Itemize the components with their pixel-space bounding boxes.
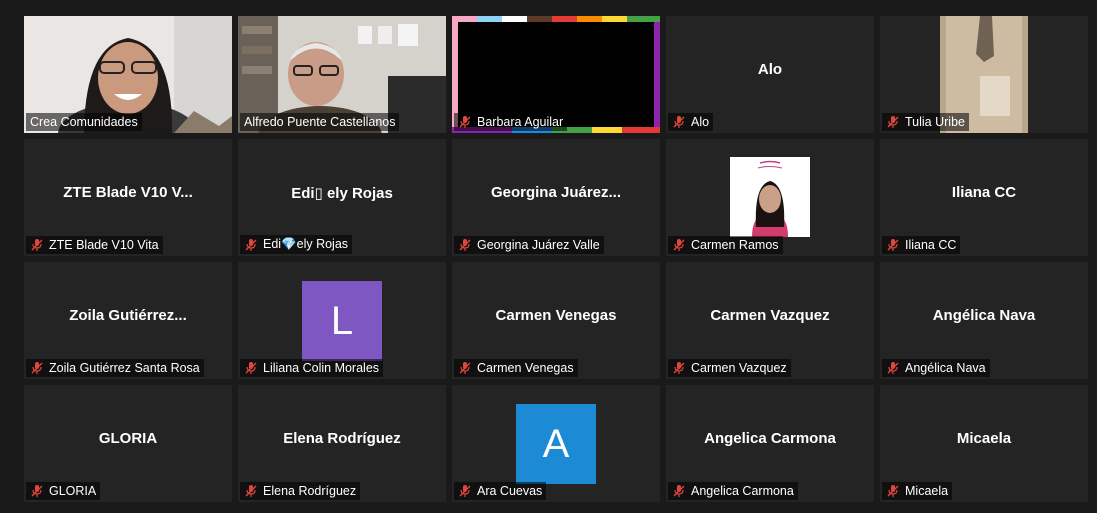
participant-display-name: Alo — [757, 61, 783, 78]
participant-tile-zte-blade[interactable]: ZTE Blade V10 V... ZTE Blade V10 Vita — [24, 139, 232, 256]
participant-tile-alo[interactable]: Alo Alo — [666, 16, 874, 133]
participant-tile-liliana-colin-morales[interactable]: L Liliana Colin Morales — [238, 262, 446, 379]
participant-name-label: Alfredo Puente Castellanos — [240, 113, 400, 131]
participant-name-label: Zoila Gutiérrez Santa Rosa — [26, 359, 204, 377]
muted-mic-icon — [31, 239, 43, 251]
participant-tile-barbara-aguilar[interactable]: Barbara Aguilar — [452, 16, 660, 133]
muted-mic-icon — [673, 239, 685, 251]
participant-tile-zoila-gutierrez[interactable]: Zoila Gutiérrez... Zoila Gutiérrez Santa… — [24, 262, 232, 379]
participant-tile-georgina-juarez-valle[interactable]: Georgina Juárez... Georgina Juárez Valle — [452, 139, 660, 256]
participant-display-name: Zoila Gutiérrez... — [69, 307, 187, 324]
participant-name-label: Georgina Juárez Valle — [454, 236, 604, 254]
muted-mic-icon — [459, 485, 471, 497]
participant-name-label: ZTE Blade V10 Vita — [26, 236, 163, 254]
participant-tile-ara-cuevas[interactable]: A Ara Cuevas — [452, 385, 660, 502]
participant-name-label: Carmen Vazquez — [668, 359, 791, 377]
gallery-view: Crea Comunidades Alfredo Puente Castella… — [24, 16, 1088, 502]
participant-display-name: Angelica Carmona — [704, 430, 836, 447]
participant-name-label: GLORIA — [26, 482, 101, 500]
participant-name-label: Barbara Aguilar — [454, 113, 568, 131]
participant-name-label: Micaela — [882, 482, 953, 500]
participant-tile-carmen-ramos[interactable]: Carmen Ramos — [666, 139, 874, 256]
muted-mic-icon — [459, 116, 471, 128]
muted-mic-icon — [887, 362, 899, 374]
participant-name-label: Ara Cuevas — [454, 482, 547, 500]
participant-name-label: Iliana CC — [882, 236, 961, 254]
participant-display-name: Iliana CC — [951, 184, 1017, 201]
participant-display-name: Micaela — [956, 430, 1012, 447]
muted-mic-icon — [245, 362, 257, 374]
participant-display-name: GLORIA — [98, 430, 158, 447]
participant-name-label: Liliana Colin Morales — [240, 359, 384, 377]
participant-display-name: ZTE Blade V10 V... — [63, 184, 193, 201]
participant-tile-alfredo-puente-castellanos[interactable]: Alfredo Puente Castellanos — [238, 16, 446, 133]
muted-mic-icon — [31, 362, 43, 374]
participant-name-label: Carmen Venegas — [454, 359, 578, 377]
participant-tile-tulia-uribe[interactable]: Tulia Uribe — [880, 16, 1088, 133]
participant-tile-angelica-carmona[interactable]: Angelica Carmona Angelica Carmona — [666, 385, 874, 502]
participant-name-label: Crea Comunidades — [26, 113, 142, 131]
participant-tile-crea-comunidades[interactable]: Crea Comunidades — [24, 16, 232, 133]
participant-name-label: Carmen Ramos — [668, 236, 783, 254]
muted-mic-icon — [887, 116, 899, 128]
muted-mic-icon — [887, 239, 899, 251]
participant-tile-angelica-nava[interactable]: Angélica Nava Angélica Nava — [880, 262, 1088, 379]
participant-name-label: Angelica Carmona — [668, 482, 798, 500]
avatar: L — [302, 281, 382, 361]
participant-name-label: Edi💎ely Rojas — [240, 235, 353, 254]
muted-mic-icon — [459, 362, 471, 374]
participant-tile-ediely-rojas[interactable]: Edi▯ ely Rojas Edi💎ely Rojas — [238, 139, 446, 256]
muted-mic-icon — [673, 116, 685, 128]
participant-display-name: Elena Rodríguez — [283, 430, 401, 447]
participant-tile-carmen-venegas[interactable]: Carmen Venegas Carmen Venegas — [452, 262, 660, 379]
participant-tile-elena-rodriguez[interactable]: Elena Rodríguez Elena Rodríguez — [238, 385, 446, 502]
participant-display-name: Carmen Vazquez — [710, 307, 830, 324]
participant-name-label: Tulia Uribe — [882, 113, 969, 131]
participant-tile-micaela[interactable]: Micaela Micaela — [880, 385, 1088, 502]
participant-name-label: Elena Rodríguez — [240, 482, 361, 500]
participant-display-name: Georgina Juárez... — [490, 184, 622, 201]
participant-display-name: Angélica Nava — [932, 307, 1036, 324]
muted-mic-icon — [31, 485, 43, 497]
muted-mic-icon — [245, 238, 257, 251]
profile-photo — [730, 157, 810, 237]
participant-tile-gloria[interactable]: GLORIA GLORIA — [24, 385, 232, 502]
participant-display-name: Edi▯ ely Rojas — [291, 185, 393, 202]
participant-display-name: Carmen Venegas — [495, 307, 617, 324]
muted-mic-icon — [673, 362, 685, 374]
muted-mic-icon — [459, 239, 471, 251]
participant-tile-iliana-cc[interactable]: Iliana CC Iliana CC — [880, 139, 1088, 256]
muted-mic-icon — [673, 485, 685, 497]
muted-mic-icon — [245, 485, 257, 497]
participant-name-label: Alo — [668, 113, 714, 131]
muted-mic-icon — [887, 485, 899, 497]
participant-name-label: Angélica Nava — [882, 359, 990, 377]
avatar: A — [516, 404, 596, 484]
participant-tile-carmen-vazquez[interactable]: Carmen Vazquez Carmen Vazquez — [666, 262, 874, 379]
